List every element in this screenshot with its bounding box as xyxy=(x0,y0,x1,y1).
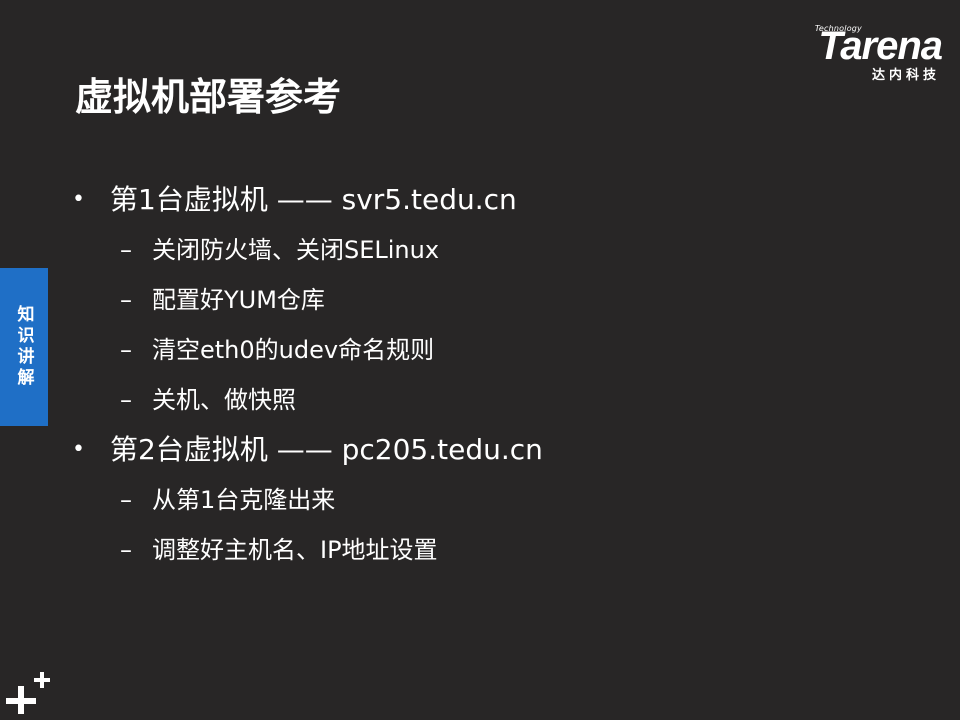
list-item: • 第2台虚拟机 —— pc205.tedu.cn xyxy=(72,425,932,475)
sub-list-item-text: 配置好YUM仓库 xyxy=(152,286,325,314)
list-item-text: 第1台虚拟机 —— svr5.tedu.cn xyxy=(110,183,517,216)
logo-brand: Tarena xyxy=(818,24,943,68)
dash-icon: – xyxy=(120,486,132,514)
tarena-logo: Technology Tarena 达内科技 xyxy=(772,22,943,83)
side-tab: 知识讲解 xyxy=(0,268,48,426)
sub-list-item-text: 清空eth0的udev命名规则 xyxy=(152,336,435,364)
sub-list-item: – 调整好主机名、IP地址设置 xyxy=(72,525,932,575)
dash-icon: – xyxy=(120,236,132,264)
side-tab-label: 知识讲解 xyxy=(13,305,34,389)
bullet-list: • 第1台虚拟机 —— svr5.tedu.cn – 关闭防火墙、关闭SELin… xyxy=(72,175,932,575)
bullet-icon: • xyxy=(72,187,85,212)
sub-list-item: – 关闭防火墙、关闭SELinux xyxy=(72,225,932,275)
sub-list-item: – 从第1台克隆出来 xyxy=(72,475,932,525)
dash-icon: – xyxy=(120,536,132,564)
logo-brand-cn: 达内科技 xyxy=(871,68,940,83)
sub-list-item-text: 从第1台克隆出来 xyxy=(152,486,336,514)
sub-list-item: – 配置好YUM仓库 xyxy=(72,275,932,325)
plus-plus-icon xyxy=(6,672,50,714)
slide-title: 虚拟机部署参考 xyxy=(75,75,342,119)
sub-list-item: – 关机、做快照 xyxy=(72,375,932,425)
dash-icon: – xyxy=(120,386,132,414)
dash-icon: – xyxy=(120,286,132,314)
sub-list-item-text: 关闭防火墙、关闭SELinux xyxy=(152,236,440,264)
list-item: • 第1台虚拟机 —— svr5.tedu.cn xyxy=(72,175,932,225)
sub-list-item-text: 关机、做快照 xyxy=(152,386,296,414)
sub-list-item-text: 调整好主机名、IP地址设置 xyxy=(152,536,438,564)
bullet-icon: • xyxy=(72,437,85,462)
list-item-text: 第2台虚拟机 —— pc205.tedu.cn xyxy=(110,433,543,466)
sub-list-item: – 清空eth0的udev命名规则 xyxy=(72,325,932,375)
dash-icon: – xyxy=(120,336,132,364)
